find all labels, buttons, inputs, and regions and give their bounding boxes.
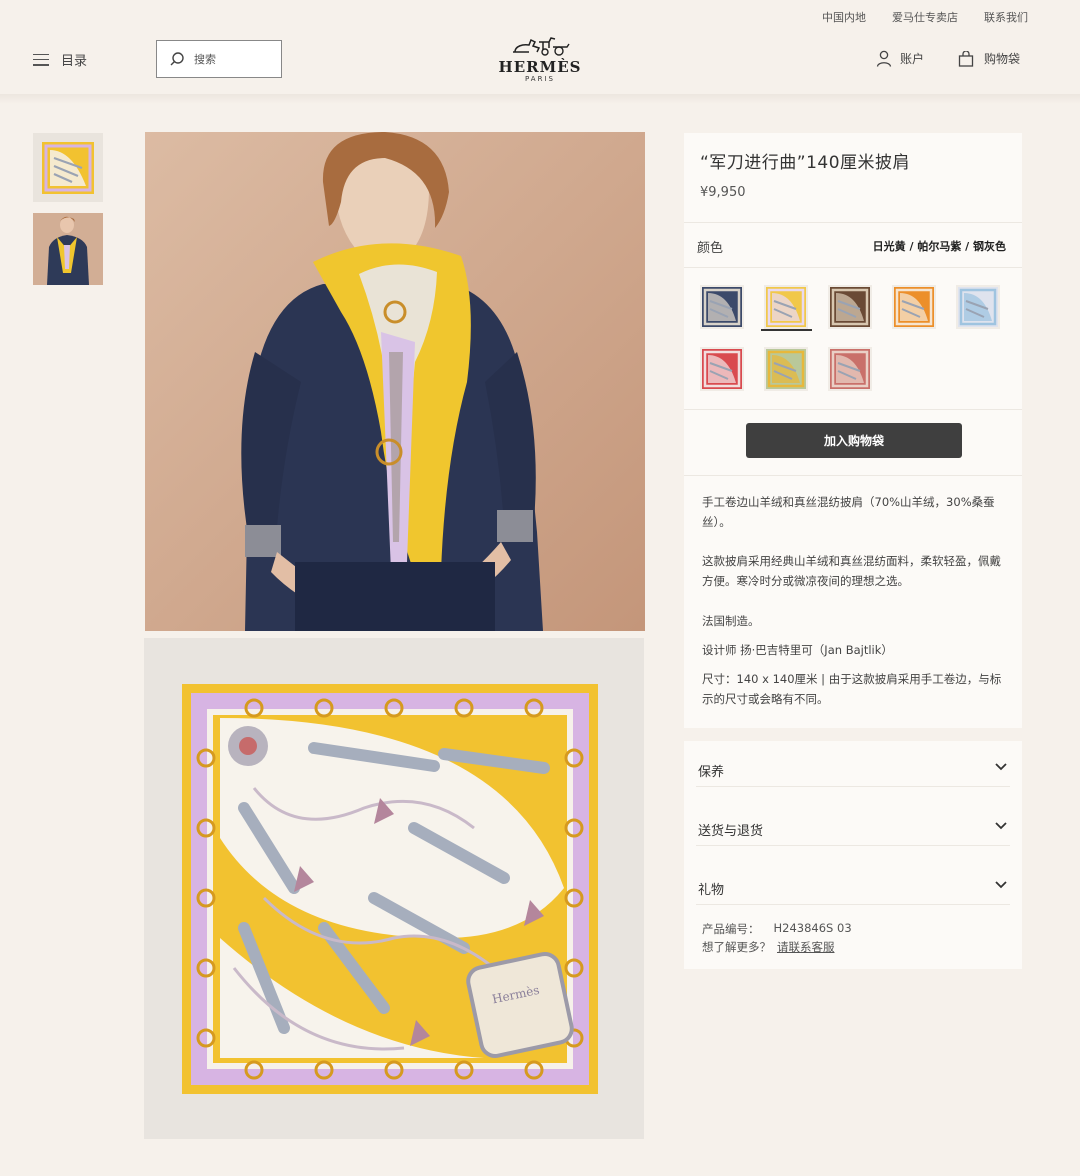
product-model-photo xyxy=(145,132,645,631)
menu-button[interactable]: 目录 xyxy=(33,50,87,69)
product-scarf-image: Hermès xyxy=(144,638,644,1139)
help-text: 想了解更多？ xyxy=(702,940,771,954)
accordion-care[interactable]: 保养 xyxy=(696,741,1010,787)
color-label: 颜色 xyxy=(697,241,724,256)
search-input[interactable]: 搜索 xyxy=(156,40,282,78)
selected-swatch-indicator xyxy=(761,329,812,331)
scarf-illustration: Hermès xyxy=(182,684,598,1094)
swatch-pattern-icon xyxy=(766,287,806,327)
swatch-pattern-icon xyxy=(766,349,806,389)
accordion-shipping[interactable]: 送货与退货 xyxy=(696,800,1010,846)
sku-value: H243846S 03 xyxy=(773,921,852,935)
user-icon xyxy=(876,50,892,67)
model-thumbnail-image xyxy=(33,213,103,285)
hamburger-icon xyxy=(33,53,49,66)
swatch-pattern-icon xyxy=(830,349,870,389)
account-label: 账户 xyxy=(900,52,925,66)
help-row: 想了解更多？ 请联系客服 xyxy=(702,939,835,955)
brand-name: HERMÈS xyxy=(498,58,582,76)
color-swatch-sun-yellow[interactable] xyxy=(764,285,808,329)
shopping-bag-icon xyxy=(958,50,974,67)
chevron-down-icon xyxy=(995,763,1007,771)
color-swatch-rose[interactable] xyxy=(828,347,872,391)
brand-city: PARIS xyxy=(525,75,555,83)
cart-label: 购物袋 xyxy=(984,52,1021,66)
color-swatch-brown[interactable] xyxy=(828,285,872,329)
region-link[interactable]: 中国内地 xyxy=(822,9,866,25)
product-reference: 产品编号： H243846S 03 xyxy=(702,921,852,937)
carriage-logo-icon xyxy=(513,37,570,56)
site-header: 目录 搜索 HERMÈS PARIS 账户 购物袋 xyxy=(0,30,1080,94)
stores-link[interactable]: 爱马仕专卖店 xyxy=(892,9,958,25)
color-swatch-navy[interactable] xyxy=(700,285,744,329)
swatch-pattern-icon xyxy=(894,287,934,327)
model-illustration xyxy=(145,132,645,631)
product-extra-info: 保养 送货与退货 礼物 产品编号： H243846S 03 想了解更多？ 请联系… xyxy=(684,741,1022,969)
search-icon xyxy=(170,52,184,66)
contact-service-link[interactable]: 请联系客服 xyxy=(777,939,835,955)
color-swatch-orange[interactable] xyxy=(892,285,936,329)
header-divider xyxy=(0,94,1080,104)
chevron-down-icon xyxy=(995,881,1007,889)
description-origin: 法国制造。 xyxy=(702,614,760,628)
color-swatch-pale-blue[interactable] xyxy=(956,285,1000,329)
divider xyxy=(684,222,1022,223)
selected-color-name: 日光黄 / 帕尔马紫 / 钢灰色 xyxy=(872,240,1006,253)
utility-links: 中国内地 爱马仕专卖店 联系我们 xyxy=(822,9,1028,25)
search-placeholder: 搜索 xyxy=(194,53,216,66)
description-size: 尺寸：140 x 140厘米 | 由于这款披肩采用手工卷边，与标示的尺寸或会略有… xyxy=(702,672,1002,706)
product-price: ¥9,950 xyxy=(700,185,746,200)
color-swatch-red[interactable] xyxy=(700,347,744,391)
hermes-logo[interactable]: HERMÈS PARIS xyxy=(490,36,590,83)
divider xyxy=(684,267,1022,268)
chevron-down-icon xyxy=(995,822,1007,830)
accordion-label: 送货与退货 xyxy=(698,824,764,839)
color-swatch-sage[interactable] xyxy=(764,347,808,391)
accordion-label: 礼物 xyxy=(698,883,725,898)
cart-button[interactable]: 购物袋 xyxy=(958,50,1020,67)
swatch-pattern-icon xyxy=(830,287,870,327)
accordion-gift[interactable]: 礼物 xyxy=(696,859,1010,905)
swatch-pattern-icon xyxy=(702,287,742,327)
description-designer: 设计师 扬·巴吉特里可（Jan Bajtlik） xyxy=(702,643,893,657)
account-button[interactable]: 账户 xyxy=(876,50,924,67)
divider xyxy=(684,409,1022,410)
divider xyxy=(684,475,1022,476)
menu-label: 目录 xyxy=(61,54,88,69)
product-info-card: “军刀进行曲”140厘米披肩 ¥9,950 颜色 日光黄 / 帕尔马紫 / 钢灰… xyxy=(684,133,1022,728)
product-title: “军刀进行曲”140厘米披肩 xyxy=(700,153,911,173)
contact-link[interactable]: 联系我们 xyxy=(984,9,1028,25)
add-to-cart-button[interactable]: 加入购物袋 xyxy=(746,423,962,458)
sku-label: 产品编号： xyxy=(702,922,760,936)
accordion-label: 保养 xyxy=(698,765,725,780)
thumbnail-scarf[interactable] xyxy=(33,133,103,202)
scarf-thumbnail-image xyxy=(42,141,94,194)
thumbnail-model[interactable] xyxy=(33,213,103,285)
description-details: 这款披肩采用经典山羊绒和真丝混纺面料，柔软轻盈，佩戴方便。寒冷时分或微凉夜间的理… xyxy=(702,554,1001,588)
swatch-pattern-icon xyxy=(958,287,998,327)
swatch-pattern-icon xyxy=(702,349,742,389)
description-composition: 手工卷边山羊绒和真丝混纺披肩（70%山羊绒，30%桑蚕丝）。 xyxy=(702,495,995,529)
